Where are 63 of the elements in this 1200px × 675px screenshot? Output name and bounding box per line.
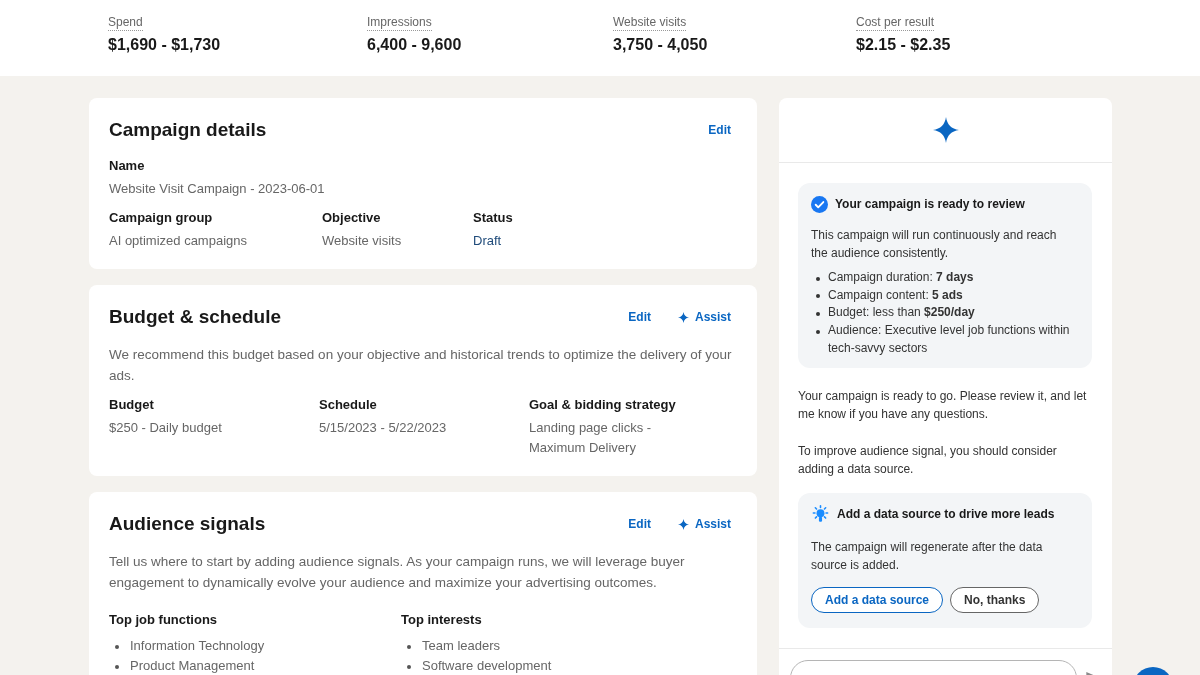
- suggestion-text: The campaign will regenerate after the data source is added.: [811, 538, 1044, 574]
- field-label: Campaign group: [109, 209, 213, 227]
- field-label: Name: [109, 157, 145, 175]
- metric-value: $1,690 - $1,730: [108, 35, 221, 55]
- bullet-icon: [816, 276, 820, 281]
- field-value: 5/15/2023 - 5/22/2023: [319, 419, 447, 437]
- edit-link[interactable]: Edit: [700, 119, 739, 141]
- assist-button[interactable]: Assist: [669, 306, 739, 328]
- metric-value: $2.15 - $2.35: [856, 35, 951, 55]
- lightbulb-icon: [811, 504, 830, 524]
- summary-bullet: Audience: Executive level job functions within tech-savvy sectors: [828, 322, 1071, 357]
- field-value: Landing page clicks - Maximum Delivery: [529, 419, 653, 457]
- summary-bullet: Budget: less than $250/day: [828, 304, 975, 322]
- card-title: Audience signals: [109, 512, 267, 536]
- metric-value: 6,400 - 9,600: [367, 35, 462, 55]
- sparkle-icon: [677, 311, 689, 323]
- summary-title: Your campaign is ready to review: [835, 196, 1025, 213]
- check-circle-icon: [811, 195, 828, 213]
- list-item: Product Management: [130, 657, 255, 675]
- card-description: We recommend this budget based on your objective and historical trends to optimize the delivery of your ads.: [109, 346, 733, 385]
- summary-bullet: Campaign content: 5 ads: [828, 286, 963, 304]
- field-label: Objective: [322, 209, 381, 227]
- list-heading: Top interests: [401, 612, 482, 627]
- field-label: Goal & bidding strategy: [529, 396, 676, 414]
- summary-bullet: Campaign duration: 7 days: [828, 269, 974, 286]
- card-title: Campaign details: [109, 118, 268, 142]
- field-value: Website visits: [322, 232, 402, 250]
- assist-button[interactable]: Assist: [669, 513, 739, 535]
- metric-label: Cost per result: [856, 15, 935, 31]
- status-value: Draft: [473, 232, 502, 250]
- metric-label: Spend: [108, 15, 143, 31]
- sparkle-icon: [932, 117, 959, 143]
- field-label: Budget: [109, 396, 154, 414]
- bullet-icon: [816, 329, 820, 334]
- bullet-icon: [115, 665, 119, 669]
- field-value: AI optimized campaigns: [109, 232, 247, 250]
- bullet-icon: [407, 665, 411, 669]
- list-item: Information Technology: [130, 637, 265, 655]
- card-description: Tell us where to start by adding audience signals. As your campaign runs, we will leverage buyer engagement to dynamically evolve your audience and maximize your advertising outcomes.: [109, 553, 686, 592]
- bullet-icon: [115, 645, 119, 649]
- bullet-icon: [816, 294, 820, 299]
- assistant-message: Your campaign is ready to go. Please review it, and let me know if you have any questions.: [798, 387, 1088, 423]
- field-value: $250 - Daily budget: [109, 419, 222, 437]
- list-item: Software development: [422, 657, 552, 675]
- summary-text: This campaign will run continuously and reach the audience consistently.: [811, 227, 1058, 262]
- metric-label: Website visits: [613, 15, 687, 31]
- field-label: Schedule: [319, 396, 377, 414]
- dismiss-button[interactable]: No, thanks: [950, 586, 1040, 613]
- card-title: Budget & schedule: [109, 305, 283, 329]
- suggestion-title: Add a data source to drive more leads: [837, 506, 1055, 523]
- assistant-message: To improve audience signal, you should consider adding a data source.: [798, 442, 1058, 478]
- field-label: Status: [473, 209, 513, 227]
- sparkle-icon: [677, 518, 689, 530]
- list-item: Team leaders: [422, 637, 501, 655]
- metric-value: 3,750 - 4,050: [613, 35, 708, 55]
- bullet-icon: [816, 311, 820, 316]
- field-value: Website Visit Campaign - 2023-06-01: [109, 180, 325, 198]
- list-heading: Top job functions: [109, 612, 218, 627]
- add-data-source-button[interactable]: Add a data source: [811, 586, 944, 613]
- bullet-icon: [407, 645, 411, 649]
- metric-label: Impressions: [367, 15, 432, 31]
- edit-link[interactable]: Edit: [620, 513, 659, 535]
- edit-link[interactable]: Edit: [620, 306, 659, 328]
